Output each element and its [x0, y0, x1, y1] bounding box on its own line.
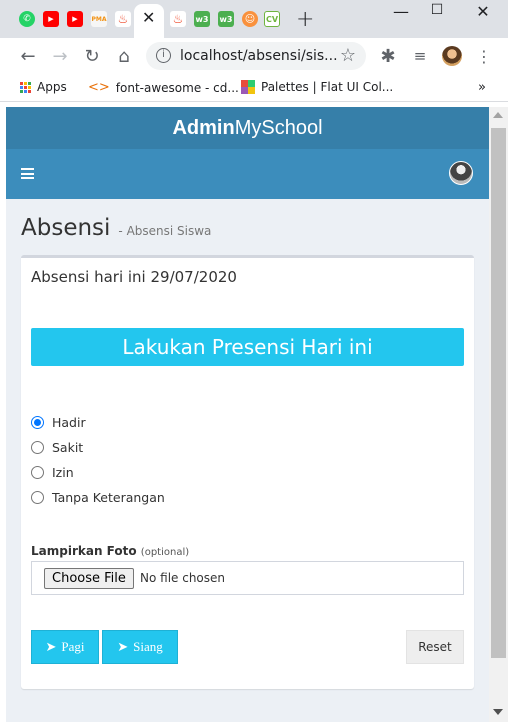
page-subtitle: - Absensi Siswa: [118, 224, 212, 238]
back-icon[interactable]: ←: [16, 44, 40, 68]
attendance-box: Absensi hari ini 29/07/2020 Lakukan Pres…: [21, 255, 474, 689]
option-sakit[interactable]: Sakit: [31, 440, 83, 455]
close-tab-icon[interactable]: ✕: [142, 8, 155, 27]
radio-izin[interactable]: [31, 466, 44, 479]
apps-grid-icon: [20, 81, 31, 93]
reset-button[interactable]: Reset: [406, 630, 464, 664]
siang-label: Siang: [133, 639, 163, 654]
option-hadir[interactable]: Hadir: [31, 415, 86, 430]
radio-sakit[interactable]: [31, 441, 44, 454]
phpmyadmin-icon[interactable]: PMA: [91, 11, 107, 27]
bookmarks-bar: Apps <> font-awesome - cd... Palettes | …: [0, 74, 508, 102]
media-icon[interactable]: ≡: [408, 44, 432, 68]
attendance-date: Absensi hari ini 29/07/2020: [31, 268, 237, 286]
reload-icon[interactable]: ↻: [80, 44, 104, 68]
bookmark-palettes-label: Palettes | Flat UI Col...: [261, 80, 394, 94]
browser-tab-strip: ✆ ▶ ▶ PMA ♨ ✕ ♨ w3 w3 ☺ CV + — ☐ ✕: [0, 0, 508, 38]
extensions-icon[interactable]: ✱: [376, 44, 400, 68]
forward-icon[interactable]: →: [48, 44, 72, 68]
scrollbar-thumb[interactable]: [491, 128, 506, 658]
attachment-optional: (optional): [140, 547, 190, 558]
user-avatar[interactable]: [449, 161, 473, 185]
presensi-button[interactable]: Lakukan Presensi Hari ini: [31, 328, 464, 366]
code-icon: <>: [88, 80, 110, 95]
bookmark-fontawesome[interactable]: <> font-awesome - cd...: [88, 80, 239, 95]
bookmark-star-icon[interactable]: ☆: [340, 45, 356, 66]
codeigniter-icon[interactable]: ♨: [170, 11, 186, 27]
bookmark-apps-label: Apps: [37, 80, 67, 94]
siang-button[interactable]: ➤ Siang: [102, 630, 178, 664]
profile-avatar[interactable]: [440, 44, 464, 68]
option-izin[interactable]: Izin: [31, 465, 74, 480]
sidebar-toggle-icon[interactable]: [21, 168, 34, 179]
page-content: Admin MySchool Absensi - Absensi Siswa Ab…: [6, 107, 489, 722]
page-title: Absensi: [21, 215, 111, 241]
close-window-icon[interactable]: ✕: [465, 0, 501, 22]
url-text: localhost/absensi/sis...: [180, 48, 338, 64]
content-header: Absensi - Absensi Siswa: [21, 215, 211, 241]
address-bar[interactable]: i localhost/absensi/sis... ☆: [146, 42, 366, 70]
no-file-text: No file chosen: [140, 571, 226, 585]
bookmark-apps[interactable]: Apps: [20, 80, 67, 94]
w3schools-icon[interactable]: w3: [194, 11, 210, 27]
cv-icon[interactable]: CV: [264, 11, 280, 27]
logo-bold: Admin: [172, 116, 235, 139]
codeigniter-icon[interactable]: ♨: [115, 11, 131, 27]
info-icon[interactable]: i: [156, 48, 171, 63]
logo-light: MySchool: [234, 116, 323, 139]
file-input[interactable]: Choose File No file chosen: [31, 561, 464, 595]
choose-file-button[interactable]: Choose File: [44, 568, 134, 589]
paper-plane-icon: ➤: [117, 639, 129, 654]
attachment-label: Lampirkan Foto (optional): [31, 544, 189, 558]
bookmark-fontawesome-label: font-awesome - cd...: [115, 80, 239, 95]
option-label: Sakit: [52, 440, 84, 455]
home-icon[interactable]: ⌂: [112, 44, 136, 68]
option-label: Hadir: [52, 415, 86, 430]
bookmark-palettes[interactable]: Palettes | Flat UI Col...: [241, 80, 393, 94]
option-label: Izin: [52, 465, 74, 480]
scroll-up-icon[interactable]: [493, 112, 503, 118]
more-bookmarks-icon[interactable]: »: [478, 80, 486, 95]
radio-hadir[interactable]: [31, 416, 44, 429]
colorhunt-icon[interactable]: ☺: [242, 11, 258, 27]
app-logo[interactable]: Admin MySchool: [6, 107, 489, 149]
paper-plane-icon: ➤: [45, 639, 57, 654]
new-tab-icon[interactable]: +: [296, 7, 314, 32]
youtube-icon[interactable]: ▶: [67, 11, 83, 27]
whatsapp-icon[interactable]: ✆: [19, 11, 35, 27]
pagi-button[interactable]: ➤ Pagi: [31, 630, 99, 664]
top-navbar: [6, 149, 489, 199]
menu-icon[interactable]: ⋮: [472, 44, 496, 68]
radio-tanpa-keterangan[interactable]: [31, 491, 44, 504]
attachment-label-text: Lampirkan Foto: [31, 544, 137, 558]
maximize-icon[interactable]: ☐: [419, 0, 455, 21]
w3schools-icon[interactable]: w3: [218, 11, 234, 27]
option-tanpa-keterangan[interactable]: Tanpa Keterangan: [31, 490, 165, 505]
minimize-icon[interactable]: —: [383, 0, 419, 22]
youtube-icon[interactable]: ▶: [43, 11, 59, 27]
palette-icon: [241, 80, 255, 94]
scroll-down-icon[interactable]: [493, 709, 503, 715]
pagi-label: Pagi: [61, 639, 85, 654]
option-label: Tanpa Keterangan: [52, 490, 165, 505]
